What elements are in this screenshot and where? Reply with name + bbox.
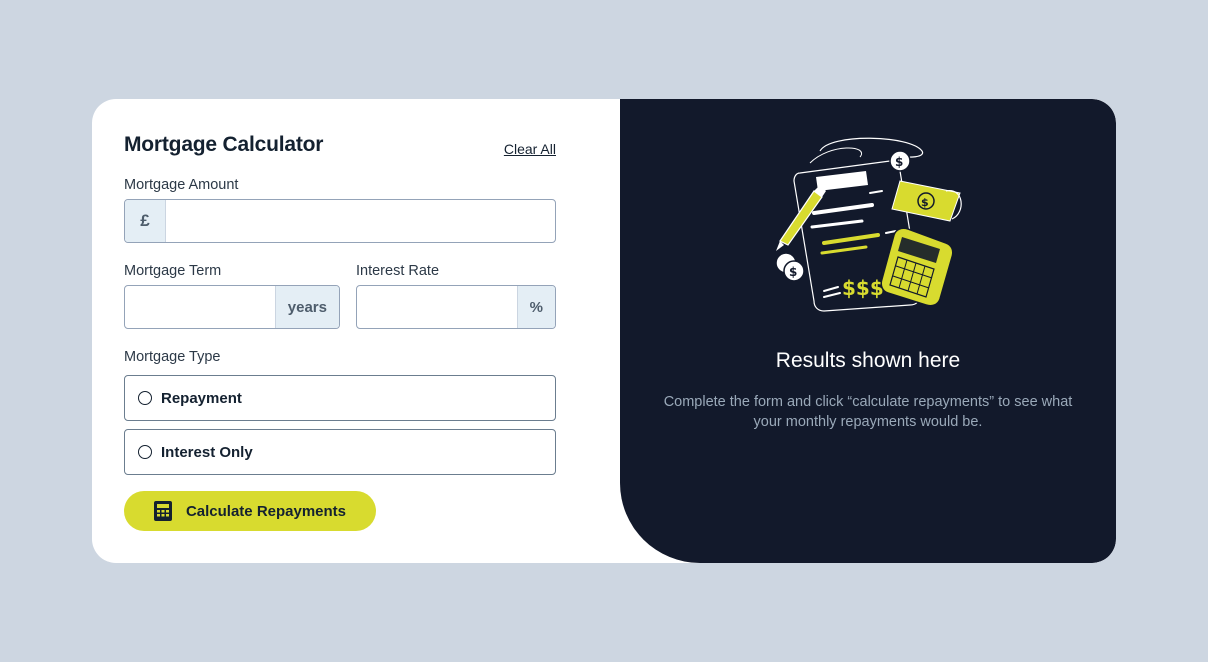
mortgage-amount-label: Mortgage Amount xyxy=(124,177,239,193)
mortgage-term-field: years xyxy=(124,285,340,329)
radio-option-interest-only[interactable]: Interest Only xyxy=(124,429,556,475)
interest-rate-label: Interest Rate xyxy=(356,263,440,279)
calculator-form: Mortgage Calculator Clear All Mortgage A… xyxy=(124,99,556,563)
radio-circle-icon[interactable] xyxy=(138,391,152,405)
form-title: Mortgage Calculator xyxy=(124,133,324,156)
mortgage-amount-input[interactable] xyxy=(166,200,555,242)
svg-text:$$$: $$$ xyxy=(842,276,884,300)
mortgage-amount-field: £ xyxy=(124,199,556,243)
radio-circle-icon[interactable] xyxy=(138,445,152,459)
interest-rate-input[interactable] xyxy=(357,286,517,328)
svg-text:$: $ xyxy=(895,155,903,169)
mortgage-type-label: Mortgage Type xyxy=(124,349,221,365)
svg-text:$: $ xyxy=(789,265,797,279)
calculate-button-label: Calculate Repayments xyxy=(185,502,347,520)
calculate-repayments-button[interactable]: Calculate Repayments xyxy=(124,491,376,531)
mortgage-term-label: Mortgage Term xyxy=(124,263,222,279)
radio-option-repayment[interactable]: Repayment xyxy=(124,375,556,421)
radio-label: Repayment xyxy=(161,389,242,407)
results-title: Results shown here xyxy=(775,349,961,372)
term-suffix: years xyxy=(274,286,339,328)
results-description: Complete the form and click “calculate r… xyxy=(663,394,1073,430)
calculator-icon xyxy=(153,501,172,521)
mortgage-term-input[interactable] xyxy=(125,286,275,328)
rate-suffix: % xyxy=(516,286,555,328)
interest-rate-field: % xyxy=(356,285,556,329)
clear-all-link[interactable]: Clear All xyxy=(504,141,556,157)
empty-results-illustration: $$$ $ $ $ xyxy=(775,137,962,312)
radio-label: Interest Only xyxy=(161,443,253,461)
results-panel: $$$ $ $ $ Results shown here Complete th… xyxy=(620,99,1116,563)
mortgage-calculator-card: Mortgage Calculator Clear All Mortgage A… xyxy=(92,99,1116,563)
currency-prefix: £ xyxy=(125,200,166,242)
svg-text:$: $ xyxy=(921,196,929,209)
